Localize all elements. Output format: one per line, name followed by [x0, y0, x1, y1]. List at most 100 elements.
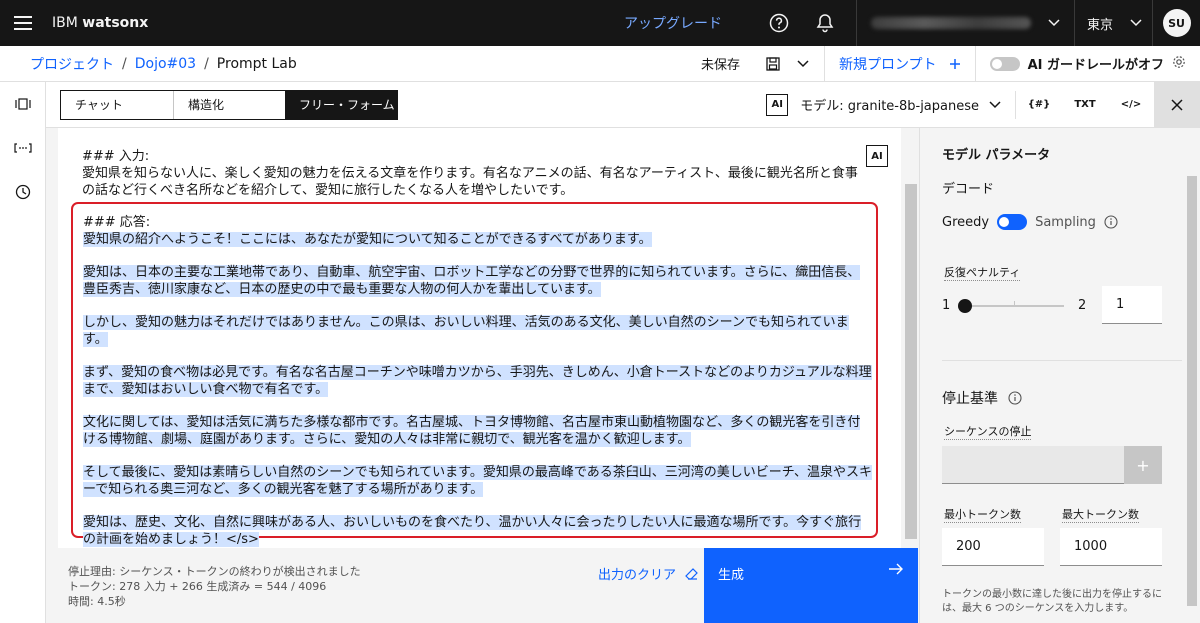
breadcrumb-project[interactable]: Dojo#03	[135, 56, 196, 72]
response-highlight-box: ### 応答: 愛知県の紹介へようこそ！ここには、あなたが愛知について知ることが…	[71, 202, 878, 547]
prompt-input[interactable]: ### 入力: 愛知県を知らない人に、楽しく愛知の魅力を伝える文章を作ります。有…	[82, 148, 862, 199]
generation-stats: 停止理由: シーケンス・トークンの終わりが検出されました トークン: 278 入…	[68, 564, 361, 609]
response-paragraph: まず、愛知の食べ物は必見です。有名な名古屋コーチンや味噌カツから、手羽先、きしめ…	[83, 365, 872, 397]
response-paragraph: 愛知は、日本の主要な工業地帯であり、自動車、航空宇宙、ロボット工学などの分野で世…	[83, 265, 861, 297]
stop-sequence-help: トークンの最小数に達した後に出力を停止するには、最大 6 つのシーケンスを入力し…	[942, 589, 1162, 614]
avatar: SU	[1162, 9, 1191, 37]
save-icon	[766, 56, 780, 71]
save-button[interactable]	[758, 56, 788, 71]
mode-content-switcher: チャット 構造化 フリー・フォーム	[60, 89, 398, 120]
repetition-penalty-label: 反復ペナルティ	[944, 266, 1021, 281]
prompt-variables-icon[interactable]: {#}	[1016, 99, 1062, 110]
generate-label: 生成	[718, 568, 745, 583]
model-parameters-panel: モデル パラメータ デコード Greedy Sampling 反復ペナルティ 1…	[920, 128, 1200, 623]
plus-icon: +	[1136, 455, 1150, 475]
repetition-penalty-input[interactable]: 1	[1102, 286, 1162, 324]
hamburger-menu-icon[interactable]	[0, 0, 46, 46]
params-scroll-thumb[interactable]	[1187, 176, 1197, 606]
account-switcher[interactable]	[856, 0, 1074, 46]
history-clock-icon[interactable]	[0, 170, 46, 214]
tab-structured[interactable]: 構造化	[173, 90, 285, 119]
generation-footer: 停止理由: シーケンス・トークンの終わりが検出されました トークン: 278 入…	[46, 548, 920, 623]
breadcrumb-current: Prompt Lab	[216, 55, 297, 72]
brand-name: watsonx	[82, 15, 149, 31]
text-view-icon[interactable]: TXT	[1062, 99, 1108, 110]
breadcrumb-bar: プロジェクト / Dojo#03 / Prompt Lab 未保存 新規プロンプ…	[0, 45, 1200, 82]
stop-sequence-input[interactable]	[942, 446, 1124, 484]
chevron-down-icon	[797, 59, 809, 67]
gear-icon[interactable]	[1172, 55, 1186, 73]
notification-bell-icon[interactable]	[802, 0, 848, 46]
variables-icon[interactable]	[0, 126, 46, 170]
left-rail	[0, 82, 46, 623]
decoding-toggle-row: Greedy Sampling	[942, 214, 1118, 230]
generate-button[interactable]: 生成	[704, 548, 918, 623]
params-title: モデル パラメータ	[942, 148, 1051, 163]
brand-prefix: IBM	[52, 15, 78, 31]
sampling-label: Sampling	[1035, 214, 1096, 230]
min-tokens-input[interactable]: 200	[942, 528, 1044, 566]
stop-reason: 停止理由: シーケンス・トークンの終わりが検出されました	[68, 565, 361, 578]
freeform-editor: ### 入力: 愛知県を知らない人に、楽しく愛知の魅力を伝える文章を作ります。有…	[46, 128, 920, 548]
greedy-label: Greedy	[942, 214, 990, 230]
ai-guardrail-toggle[interactable]: AI ガードレールがオフ	[976, 54, 1164, 73]
model-label: モデル: granite-8b-japanese	[800, 99, 979, 114]
min-tokens-label: 最小トークン数	[944, 508, 1021, 523]
close-icon	[1171, 99, 1183, 111]
chevron-down-icon	[1130, 19, 1142, 27]
stopping-criteria-label: 停止基準	[942, 391, 998, 407]
add-stop-sequence-button[interactable]: +	[1124, 446, 1162, 484]
breadcrumb-projects[interactable]: プロジェクト	[30, 54, 114, 74]
user-menu[interactable]: SU	[1152, 0, 1200, 46]
ai-indicator-icon: AI	[866, 145, 888, 167]
response-paragraph: 愛知県の紹介へようこそ！ここには、あなたが愛知について知ることができるすべてがあ…	[83, 232, 652, 247]
product-brand[interactable]: IBM watsonx	[52, 15, 148, 31]
ai-badge-icon[interactable]: AI	[766, 93, 789, 116]
code-view-icon[interactable]: </>	[1108, 99, 1154, 110]
response-paragraph: しかし、愛知の魅力はそれだけではありません。この県は、おいしい料理、活気のある文…	[83, 315, 849, 347]
breadcrumb-separator: /	[204, 55, 209, 72]
unsaved-status: 未保存	[700, 58, 740, 73]
arrow-right-icon	[889, 563, 903, 575]
editor-scroll-thumb[interactable]	[905, 184, 917, 539]
token-count: トークン: 278 入力 + 266 生成済み = 544 / 4096	[68, 580, 327, 593]
save-options-button[interactable]	[788, 59, 818, 68]
clear-output-label: 出力のクリア	[598, 568, 677, 583]
max-tokens-label: 最大トークン数	[1062, 508, 1139, 523]
guardrail-switch[interactable]	[989, 56, 1020, 71]
info-icon[interactable]	[1008, 391, 1022, 405]
section-divider	[942, 360, 1182, 361]
account-name-redacted	[871, 17, 1031, 29]
info-icon[interactable]	[1104, 215, 1118, 229]
close-panel-button[interactable]	[1154, 82, 1200, 128]
decoding-switch[interactable]	[997, 214, 1028, 230]
elapsed-time: 時間: 4.5秒	[68, 595, 126, 608]
slider-min-label: 1	[942, 298, 951, 313]
generated-output[interactable]: ### 応答: 愛知県の紹介へようこそ！ここには、あなたが愛知について知ることが…	[83, 214, 873, 564]
decoding-heading: デコード	[942, 182, 995, 197]
chevron-down-icon	[989, 100, 1001, 108]
new-prompt-button[interactable]: 新規プロンプト	[823, 45, 976, 82]
tab-freeform[interactable]: フリー・フォーム	[285, 90, 397, 119]
response-header: ### 応答:	[83, 215, 151, 230]
model-selector[interactable]: モデル: granite-8b-japanese	[800, 90, 1016, 119]
clear-output-button[interactable]: 出力のクリア	[598, 564, 698, 583]
upgrade-link[interactable]: アップグレード	[624, 13, 722, 33]
slider-handle[interactable]	[958, 299, 972, 313]
prompt-header: ### 入力:	[82, 149, 150, 164]
prompt-editor-icon[interactable]	[0, 82, 46, 126]
prompt-text-area[interactable]: ### 入力: 愛知県を知らない人に、楽しく愛知の魅力を伝える文章を作ります。有…	[58, 128, 901, 548]
prompt-text: 愛知県を知らない人に、楽しく愛知の魅力を伝える文章を作ります。有名なアニメの話、…	[82, 166, 858, 198]
slider-track[interactable]	[960, 305, 1064, 307]
region-label: 東京	[1087, 17, 1114, 33]
help-icon[interactable]	[756, 0, 802, 46]
region-selector[interactable]: 東京	[1074, 0, 1152, 46]
plus-icon	[949, 58, 960, 69]
response-paragraph: 文化に関しては、愛知は活気に満ちた多様な都市です。名古屋城、トヨタ博物館、名古屋…	[83, 415, 861, 447]
response-paragraph: 愛知は、歴史、文化、自然に興味がある人、おいしいものを食べたり、温かい人々に会っ…	[83, 515, 862, 547]
tab-chat[interactable]: チャット	[61, 90, 173, 119]
slider-tick	[1014, 301, 1015, 305]
max-tokens-input[interactable]: 1000	[1060, 528, 1162, 566]
stop-sequences-label: シーケンスの停止	[944, 425, 1032, 440]
breadcrumb-separator: /	[122, 55, 127, 72]
